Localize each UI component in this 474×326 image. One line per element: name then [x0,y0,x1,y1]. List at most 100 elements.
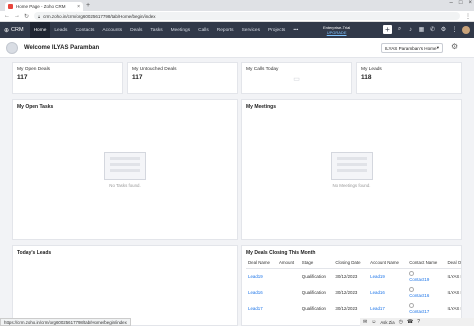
nav-services[interactable]: Services [238,22,264,38]
nav-home[interactable]: Home [29,22,51,38]
kpi-label: My Untouched Deals [132,67,177,72]
account-link[interactable]: Lead17 [368,301,407,317]
home-view-select[interactable]: ILYAS Paramban's Home ▾ [381,43,443,53]
table-row: Lead17 Qualification 30/12/2023 Lead17 C… [246,301,461,317]
contacts-icon[interactable]: ☎ [407,319,413,325]
owner-cell: ILYAS Par [447,290,461,295]
nav-calls[interactable]: Calls [194,22,213,38]
kpi-card-calls-today[interactable]: My Calls Today ▭ [241,62,352,94]
kpi-card-open-deals[interactable]: My Open Deals 117 [12,62,123,94]
nav-reports[interactable]: Reports [213,22,238,38]
url-field[interactable]: 🔒︎ crm.zoho.in/crm/org60025617798/tab/Ho… [34,12,460,20]
forward-icon[interactable]: → [14,13,20,19]
minimize-button[interactable]: – [450,0,453,6]
kpi-label: My Open Deals [17,67,51,72]
empty-message: No Tasks found. [109,182,141,188]
nav-deals[interactable]: Deals [126,22,146,38]
menu-icon[interactable]: ⋮ [465,13,471,20]
clock-icon[interactable]: ◷ [399,319,403,325]
kpi-card-leads[interactable]: My Leads 118 [356,62,462,94]
contact-link[interactable]: Contact17 [409,309,443,314]
customize-gear-icon[interactable]: ⚙ [451,42,458,51]
new-tab-button[interactable]: + [86,2,90,9]
chat-icon[interactable]: ✉ [363,319,367,325]
empty-inbox-icon: ▭ [293,76,300,83]
empty-state: No Meetings found. [330,151,373,188]
user-avatar[interactable] [462,25,470,34]
closing-date-cell: 30/12/2023 [335,290,358,295]
nav-more[interactable]: ••• [289,22,302,38]
nav-projects[interactable]: Projects [264,22,289,38]
contact-link[interactable]: Contact19 [409,277,443,282]
deal-name-link[interactable]: Lead16 [246,285,277,301]
bottom-tray: ✉ ☺ Ask Zia ◷ ☎ ? [360,318,474,326]
tab-close-icon[interactable]: × [77,4,80,10]
url-text: crm.zoho.in/crm/org60025617798/tab/Home/… [43,13,156,19]
panel-meetings: My Meetings No Meetings found. [241,99,462,240]
create-plus-icon[interactable]: + [383,25,392,34]
nav-contacts[interactable]: Contacts [71,22,98,38]
main-nav: Home Leads Contacts Accounts Deals Tasks… [29,22,303,38]
nav-meetings[interactable]: Meetings [167,22,194,38]
logo-text: CRM [11,27,24,33]
browser-tab[interactable]: Home Page - Zoho CRM × [5,2,83,11]
table-row: Lead19 Qualification 30/12/2023 Lead19 C… [246,269,461,285]
contact-cell: Contact19 [407,269,445,285]
zoho-favicon-icon [8,4,13,9]
table-header-row: Deal Name Amount Stage Closing Date Acco… [246,257,461,269]
ask-zia-label[interactable]: Ask Zia [380,320,394,325]
column-header[interactable]: Closing Date [333,257,369,269]
column-header[interactable]: Stage [299,257,334,269]
nav-tasks[interactable]: Tasks [146,22,166,38]
crm-logo[interactable]: ⊕ CRM [4,27,24,34]
deal-name-link[interactable]: Lead19 [246,269,277,285]
search-icon[interactable]: ⌕ [396,26,403,33]
window-controls: – □ × [450,0,472,6]
column-header[interactable]: Contact Name [407,257,446,269]
owner-cell: ILYAS Par [447,274,461,280]
stage-cell: Qualification [301,290,326,295]
kpi-label: My Leads [361,67,382,72]
chevron-down-icon: ▾ [436,45,439,50]
reload-icon[interactable]: ↻ [24,13,29,20]
apps-grid-icon[interactable]: ⋮ [451,26,458,33]
amount-cell [277,301,300,317]
stage-cell: Qualification [301,306,326,311]
column-header[interactable]: Deal Owner [445,257,461,269]
trial-badge: Enterprise-Trial UPGRADE [323,25,350,35]
contact-cell: Contact16 [407,285,445,301]
contact-cell: Contact17 [407,301,445,317]
contact-icon [409,271,415,277]
nav-accounts[interactable]: Accounts [98,22,126,38]
status-url-tooltip: https://crm.zoho.in/crm/org60025617798/t… [0,318,131,326]
contact-icon [409,287,415,292]
panel-title: My Meetings [246,104,277,110]
deal-name-link[interactable]: Lead17 [246,301,277,317]
phone-icon[interactable]: ✆ [429,26,436,33]
notification-bell-icon[interactable]: ♪ [407,27,414,33]
maximize-button[interactable]: □ [459,0,463,6]
upgrade-link[interactable]: UPGRADE [323,30,350,35]
column-header[interactable]: Deal Name [246,257,277,269]
settings-icon[interactable]: ⚙ [440,26,447,33]
close-window-button[interactable]: × [468,0,472,6]
column-header[interactable]: Amount [276,257,300,269]
crm-header: ⊕ CRM Home Leads Contacts Accounts Deals… [0,22,474,38]
tab-title: Home Page - Zoho CRM [16,4,66,9]
account-link[interactable]: Lead16 [368,285,407,301]
back-icon[interactable]: ← [4,13,10,19]
calendar-icon[interactable]: ▦ [418,26,425,33]
amount-cell [277,269,300,285]
nav-leads[interactable]: Leads [50,22,71,38]
column-header[interactable]: Account Name [368,257,408,269]
empty-tasks-illustration [104,151,146,180]
help-icon[interactable]: ? [417,319,420,325]
kpi-label: My Calls Today [246,67,279,72]
account-link[interactable]: Lead19 [368,269,407,285]
contact-icon [409,303,415,308]
address-bar-row: ← → ↻ 🔒︎ crm.zoho.in/crm/org60025617798/… [0,11,474,22]
smiley-icon[interactable]: ☺ [371,319,376,325]
contact-link[interactable]: Contact16 [409,293,443,298]
browser-tab-bar: Home Page - Zoho CRM × + – □ × [0,0,474,11]
kpi-card-untouched-deals[interactable]: My Untouched Deals 117 [127,62,238,94]
